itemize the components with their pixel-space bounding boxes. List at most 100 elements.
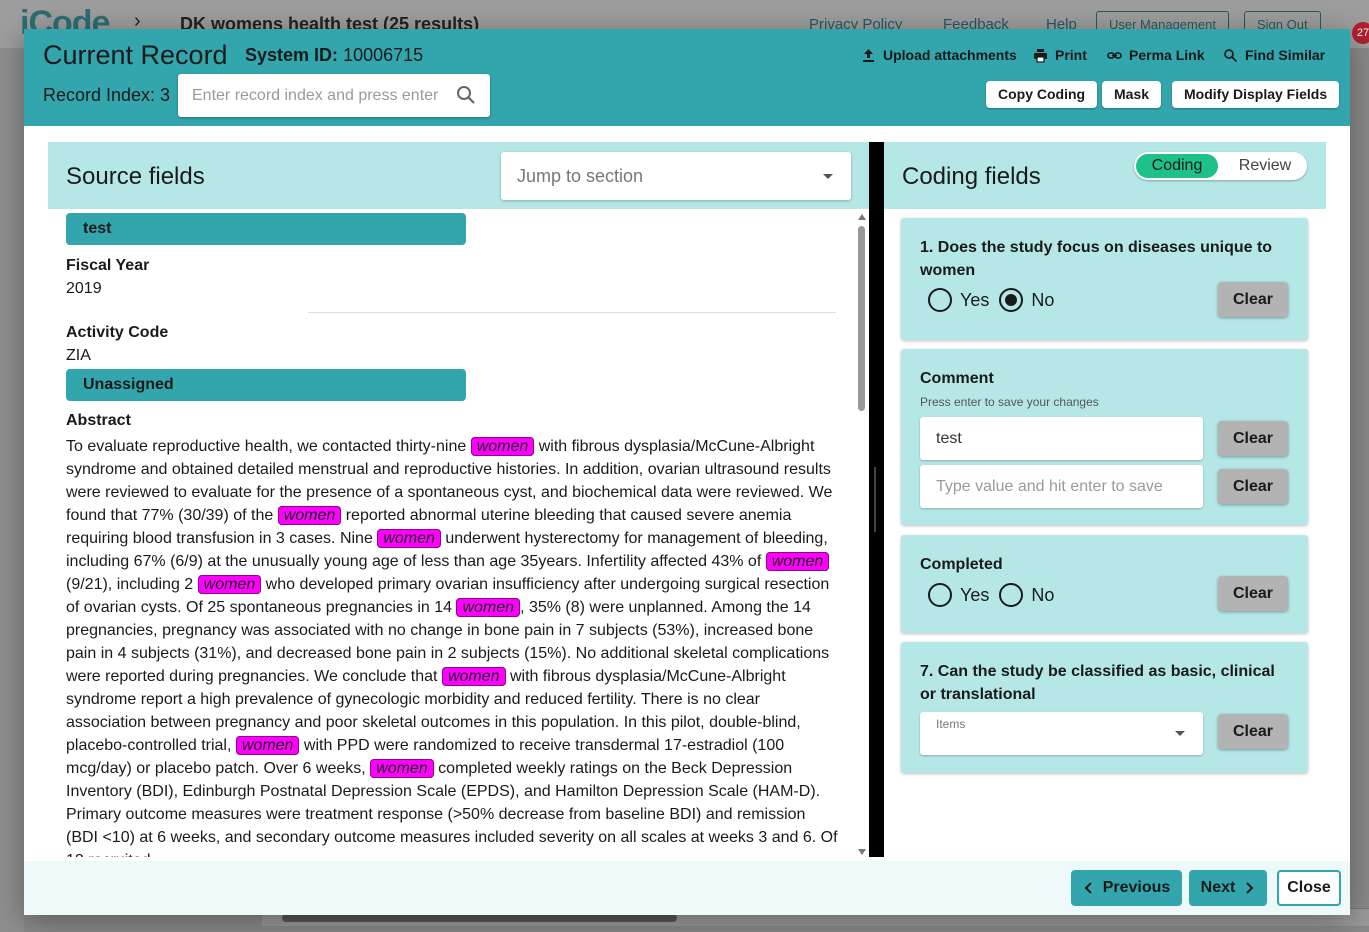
print-button[interactable]: Print [1033, 47, 1087, 63]
system-id: System ID: 10006715 [245, 45, 423, 66]
coding-header: Coding fields Coding Review [884, 142, 1326, 209]
copy-coding-button[interactable]: Copy Coding [986, 81, 1098, 108]
source-body: test Fiscal Year 2019 Activity Code ZIA … [48, 209, 856, 857]
highlight-term: women [470, 437, 535, 456]
splitter-grip[interactable] [874, 467, 876, 532]
scroll-up-arrow[interactable] [858, 214, 866, 220]
no-label: No [1031, 584, 1055, 605]
q7-items-select[interactable]: Items [920, 712, 1203, 755]
fiscal-year-value: 2019 [66, 280, 102, 297]
completed-no-radio[interactable] [999, 583, 1024, 607]
completed-clear-button[interactable]: Clear [1218, 576, 1288, 611]
toggle-coding[interactable]: Coding [1136, 154, 1218, 178]
record-modal: Current Record System ID: 10006715 Recor… [24, 29, 1350, 915]
section-test[interactable]: test [66, 213, 466, 245]
modify-display-fields-button[interactable]: Modify Display Fields [1172, 81, 1340, 108]
comment-input[interactable] [936, 429, 1186, 448]
source-scrollbar[interactable] [856, 212, 868, 857]
chevron-left-icon [1084, 882, 1092, 894]
completed-title: Completed [920, 556, 1003, 573]
previous-label: Previous [1102, 879, 1171, 896]
record-index: Record Index: 3 [43, 85, 171, 105]
scrollbar-thumb[interactable] [858, 226, 865, 411]
find-similar-button[interactable]: Find Similar [1223, 47, 1325, 63]
highlight-term: women [197, 575, 262, 594]
scrollbar-thumb[interactable] [282, 914, 677, 922]
q1-options: Yes No [928, 288, 1064, 312]
highlight-term: women [235, 736, 300, 755]
upload-label: Upload attachments [883, 47, 1017, 63]
comment-new-clear-button[interactable]: Clear [1218, 469, 1288, 504]
coding-panel: Coding fields Coding Review 1. Does the … [884, 142, 1326, 857]
q7-clear-button[interactable]: Clear [1218, 714, 1288, 749]
section-unassigned[interactable]: Unassigned [66, 369, 466, 401]
q1-yes-radio[interactable] [928, 288, 952, 312]
highlight-term: women [765, 552, 830, 571]
previous-button[interactable]: Previous [1071, 870, 1182, 906]
highlight-term: women [377, 529, 441, 548]
activity-code-value: ZIA [66, 347, 91, 364]
q1-clear-button[interactable]: Clear [1218, 282, 1288, 317]
mask-button[interactable]: Mask [1102, 81, 1162, 108]
page-title: Current Record [43, 40, 228, 70]
completed-card: Completed Yes No Clear [901, 535, 1308, 633]
abstract-segment: To evaluate reproductive health, we cont… [66, 438, 471, 455]
abstract-text: To evaluate reproductive health, we cont… [66, 435, 838, 857]
yes-label: Yes [960, 289, 990, 310]
comment-card: Comment Press enter to save your changes… [901, 349, 1308, 525]
comment-clear-button[interactable]: Clear [1218, 421, 1288, 456]
abstract-segment: (9/21), including 2 [66, 576, 198, 593]
modal-footer: Previous Next Close [24, 861, 1350, 915]
modal-header: Current Record System ID: 10006715 Recor… [24, 29, 1350, 126]
print-icon [1034, 48, 1047, 63]
question-text: 7. Can the study be classified as basic,… [920, 663, 1275, 703]
coding-review-toggle[interactable]: Coding Review [1134, 152, 1307, 180]
panel-splitter[interactable] [869, 142, 884, 857]
divider [308, 312, 836, 313]
jump-placeholder: Jump to section [517, 166, 644, 186]
comment-title: Comment [920, 370, 994, 387]
next-label: Next [1200, 879, 1236, 896]
fiscal-year-label: Fiscal Year [66, 257, 150, 274]
print-label: Print [1055, 47, 1087, 63]
completed-options: Yes No [928, 583, 1064, 607]
scroll-down-arrow[interactable] [858, 849, 866, 855]
chevron-right-icon [1246, 882, 1254, 894]
no-label: No [1031, 289, 1055, 310]
comment-new-input[interactable] [936, 477, 1186, 496]
perma-link-button[interactable]: Perma Link [1107, 47, 1204, 63]
record-index-search[interactable] [178, 74, 490, 117]
comment-help: Press enter to save your changes [920, 395, 1099, 409]
caret-down-icon [1175, 731, 1185, 736]
toggle-review[interactable]: Review [1226, 154, 1304, 178]
upload-icon [863, 48, 874, 62]
highlight-term: women [456, 598, 521, 617]
next-button[interactable]: Next [1189, 870, 1267, 906]
find-similar-label: Find Similar [1245, 47, 1326, 63]
search-icon[interactable] [456, 85, 476, 105]
yes-label: Yes [960, 584, 990, 605]
jump-to-section-select[interactable]: Jump to section [501, 152, 851, 200]
close-button[interactable]: Close [1277, 870, 1341, 906]
source-panel: Source fields Jump to section test Fisca… [48, 142, 869, 857]
notification-badge[interactable]: 27 [1352, 22, 1369, 44]
upload-attachments-button[interactable]: Upload attachments [861, 47, 1017, 63]
comment-new-field[interactable] [920, 465, 1203, 508]
completed-yes-radio[interactable] [928, 583, 952, 607]
record-index-input[interactable] [192, 86, 452, 105]
activity-code-label: Activity Code [66, 324, 169, 341]
question-card-7: 7. Can the study be classified as basic,… [901, 642, 1308, 773]
question-card-1: 1. Does the study focus on diseases uniq… [901, 218, 1308, 340]
system-id-label: System ID: [245, 45, 339, 65]
perma-link-label: Perma Link [1129, 47, 1205, 63]
comment-value-field[interactable] [920, 417, 1203, 460]
question-text: 1. Does the study focus on diseases uniq… [920, 239, 1273, 279]
system-id-value: 10006715 [343, 45, 424, 65]
q1-no-radio[interactable] [999, 288, 1024, 312]
coding-title: Coding fields [902, 163, 1041, 190]
source-title: Source fields [66, 163, 205, 190]
app-sidebar [0, 48, 24, 932]
search-icon [1224, 48, 1238, 62]
items-label: Items [936, 717, 966, 731]
link-icon [1107, 51, 1122, 59]
